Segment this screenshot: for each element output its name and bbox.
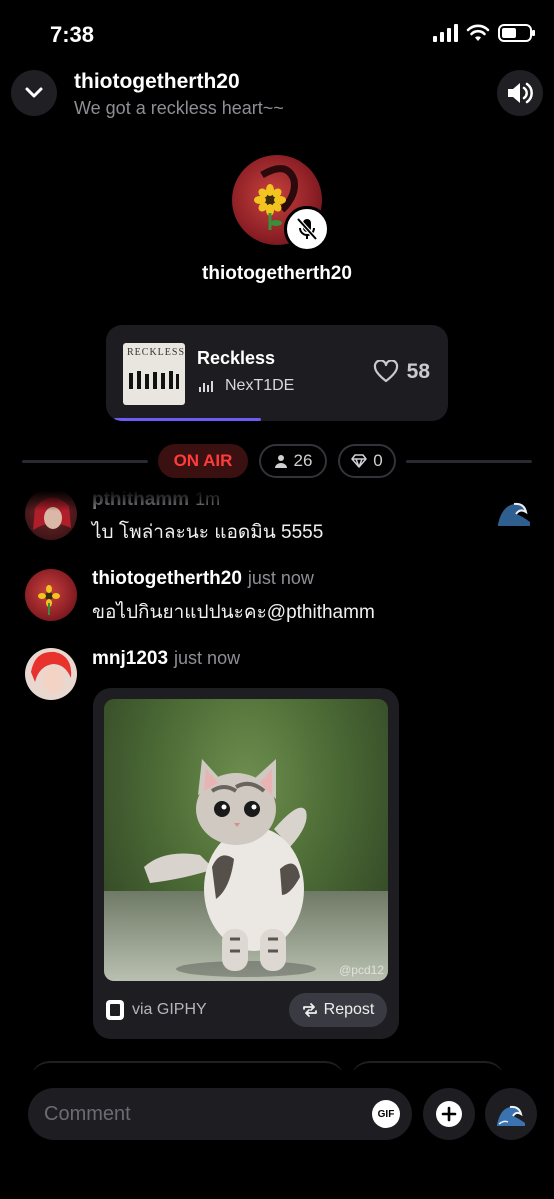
diamond-icon [351, 454, 368, 468]
wave-button[interactable] [485, 1088, 537, 1140]
gem-count-value: 0 [373, 451, 383, 470]
comment-input[interactable] [44, 1088, 364, 1140]
chat-message-text: ไบ โพล่าละนะ แอดมิน 5555 [92, 522, 324, 543]
like-button[interactable]: 58 [373, 360, 430, 384]
chevron-down-icon [25, 87, 43, 98]
track-artist: NexT1DE [225, 377, 295, 394]
on-air-badge: ON AIR [158, 444, 248, 478]
wifi-icon [466, 24, 490, 41]
sound-button[interactable] [497, 70, 543, 116]
heart-icon [373, 360, 398, 383]
comment-field[interactable]: GIF [28, 1088, 412, 1140]
listener-count[interactable]: 26 [259, 444, 327, 478]
chat-username[interactable]: mnj1203 just now [92, 648, 240, 670]
room-title: thiotogetherth20 [74, 70, 240, 93]
album-cover-text: RECKLESS [127, 347, 185, 358]
chat-fade [0, 485, 554, 511]
speaker-icon [508, 82, 533, 104]
wave-sticker-icon [496, 496, 532, 528]
now-playing-card[interactable]: RECKLESS Reckless NexT1DE 58 [106, 325, 448, 421]
divider-right [406, 460, 532, 463]
track-progress-bar [114, 418, 262, 421]
like-count: 58 [406, 360, 430, 383]
repost-button[interactable]: Repost [289, 993, 387, 1027]
battery-icon [498, 24, 535, 42]
chat-avatar[interactable] [25, 648, 77, 700]
status-bar: 7:38 [0, 0, 554, 70]
chat-username-text: mnj1203 [92, 648, 169, 669]
chat-message-text: ขอไปกินยาแปปนะคะ@pthithamm [92, 602, 375, 623]
giphy-icon [106, 1000, 124, 1020]
chat-time: just now [247, 568, 314, 588]
add-button[interactable] [423, 1088, 475, 1140]
track-title: Reckless [197, 348, 276, 368]
host-mic-status [284, 206, 330, 252]
person-icon [274, 455, 287, 468]
chat-username-text: thiotogetherth20 [92, 568, 242, 589]
listener-count-value: 26 [293, 451, 313, 470]
gif-message-card[interactable]: @pcd12 via GIPHY Repost [93, 688, 399, 1039]
repost-label: Repost [323, 1001, 375, 1018]
status-icons [433, 24, 535, 42]
kitten-illustration [144, 759, 316, 977]
gif-watermark: @pcd12 [339, 963, 384, 977]
user-portrait-icon [31, 651, 72, 693]
divider-left [22, 460, 148, 463]
repost-icon [302, 1003, 317, 1017]
album-cover: RECKLESS [123, 343, 185, 405]
flower-logo-icon [38, 585, 60, 615]
gif-source: via GIPHY [106, 1000, 207, 1020]
status-time: 7:38 [50, 22, 95, 47]
on-air-label: ON AIR [173, 451, 233, 470]
equalizer-icon [199, 381, 213, 392]
cellular-signal-icon [433, 24, 458, 42]
gif-source-label: via GIPHY [132, 1001, 207, 1018]
gif-button-label: GIF [377, 1108, 395, 1120]
mic-off-icon [296, 217, 318, 241]
host-name: thiotogetherth20 [202, 263, 352, 284]
chat-time: just now [174, 648, 241, 668]
chat-avatar[interactable] [25, 569, 77, 621]
gif-button[interactable]: GIF [372, 1100, 400, 1128]
chat-username[interactable]: thiotogetherth20 just now [92, 568, 314, 590]
gem-count[interactable]: 0 [338, 444, 396, 478]
album-figures-icon [129, 371, 179, 389]
wave-icon [497, 1105, 525, 1126]
collapse-button[interactable] [11, 70, 57, 116]
plus-icon [436, 1101, 462, 1127]
gif-image[interactable]: @pcd12 [104, 699, 388, 981]
room-subtitle: We got a reckless heart~~ [74, 98, 284, 118]
